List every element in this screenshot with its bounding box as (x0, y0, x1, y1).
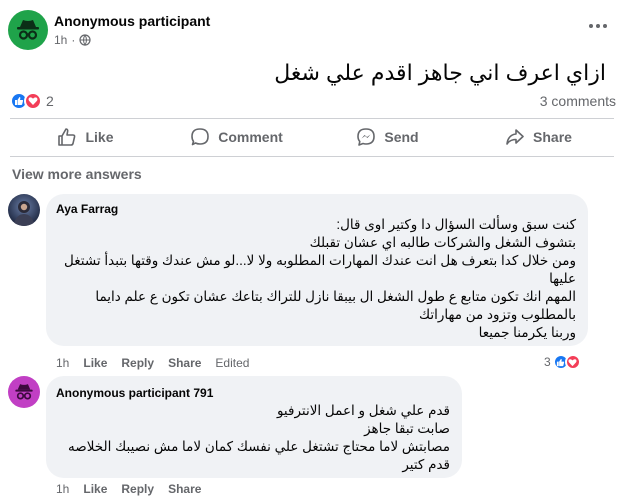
comment-bubble: Aya Farrag كنت سبق وسألت السؤال دا وكتير… (46, 194, 588, 346)
comment-like-button[interactable]: Like (83, 356, 107, 370)
comment-label: Comment (218, 129, 283, 145)
comment-line: بتشوف الشغل والشركات طالبه اي عشان تقبلك (309, 235, 576, 250)
love-reaction-icon (24, 92, 42, 110)
comment-line: قدم كتير (402, 457, 450, 472)
comment-like-button[interactable]: Like (83, 482, 107, 496)
edited-label: Edited (215, 356, 250, 370)
like-label: Like (85, 129, 114, 145)
dot-separator: · (71, 33, 76, 47)
anonymous-icon (17, 20, 39, 40)
send-button[interactable]: Send (312, 120, 463, 154)
comment-actions: 1h Like Reply Share (56, 482, 201, 496)
comment-icon (191, 128, 210, 146)
comment-line: عليها (549, 271, 576, 286)
comment-button[interactable]: Comment (161, 120, 312, 154)
comment-bubble: Anonymous participant 791 قدم علي شغل و … (46, 376, 462, 478)
comment-reply-button[interactable]: Reply (121, 356, 154, 370)
post-reactions[interactable]: 2 (10, 92, 54, 110)
author-name[interactable]: Anonymous participant (54, 13, 210, 29)
comment-text: كنت سبق وسألت السؤال دا وكتير اوى قال: ب… (64, 216, 576, 342)
more-dots-icon (589, 24, 607, 28)
send-label: Send (384, 129, 419, 145)
comment-line: مصابتش لاما محتاج تشتغل علي نفسك كمان لا… (68, 439, 450, 454)
post-actions: Like Comment Send Share (10, 120, 614, 154)
thumbs-up-icon (58, 128, 76, 146)
commenter-avatar[interactable] (8, 376, 40, 408)
comment-line: كنت سبق وسألت السؤال دا وكتير اوى قال: (336, 217, 576, 232)
comment-reactions[interactable]: 3 (544, 354, 581, 370)
share-button[interactable]: Share (463, 120, 614, 154)
commenter-name[interactable]: Anonymous participant 791 (56, 386, 213, 400)
commenter-name[interactable]: Aya Farrag (56, 202, 118, 216)
comment-actions: 1h Like Reply Share Edited (56, 356, 249, 370)
share-icon (506, 129, 524, 145)
profile-photo (8, 194, 40, 226)
post-meta: 1h · (54, 33, 91, 47)
comment-line: صابت تبقا جاهز (364, 421, 450, 436)
comment-reply-button[interactable]: Reply (121, 482, 154, 496)
post-text: ازاي اعرف اني جاهز اقدم علي شغل (274, 60, 606, 85)
reaction-count: 2 (46, 93, 54, 109)
share-label: Share (533, 129, 572, 145)
comment-share-button[interactable]: Share (168, 356, 201, 370)
like-button[interactable]: Like (10, 120, 161, 154)
comment-text: قدم علي شغل و اعمل الانترفيو صابت تبقا ج… (68, 402, 450, 474)
anonymous-icon (15, 384, 33, 400)
comment-line: ومن خلال كدا بتعرف هل انت عندك المهارات … (64, 253, 576, 268)
view-more-answers-link[interactable]: View more answers (12, 166, 142, 182)
divider (10, 156, 614, 157)
love-reaction-icon (564, 354, 581, 370)
comment-reaction-count: 3 (544, 355, 551, 369)
comment-line: بالمطلوب وتزود من مهاراتك (418, 307, 576, 322)
post-time[interactable]: 1h (54, 33, 67, 47)
comment-line: المهم انك تكون متابع ع طول الشغل ال بيبق… (95, 289, 576, 304)
comments-count[interactable]: 3 comments (540, 93, 616, 109)
comment-time[interactable]: 1h (56, 482, 69, 496)
comment-share-button[interactable]: Share (168, 482, 201, 496)
comment-time[interactable]: 1h (56, 356, 69, 370)
comment-line: قدم علي شغل و اعمل الانترفيو (276, 403, 450, 418)
messenger-icon (357, 128, 376, 146)
globe-icon (79, 34, 91, 46)
commenter-avatar[interactable] (8, 194, 40, 226)
more-options-button[interactable] (584, 16, 612, 36)
author-avatar[interactable] (8, 10, 48, 50)
comment-line: وربنا يكرمنا جميعا (478, 325, 576, 340)
post-card: Anonymous participant 1h · ازاي اعرف اني… (0, 0, 624, 500)
divider (10, 118, 614, 119)
